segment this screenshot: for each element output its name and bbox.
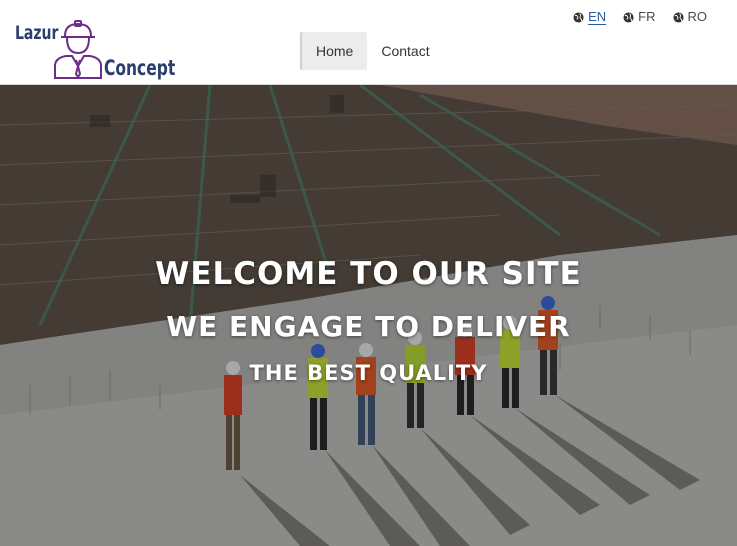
language-label: RO bbox=[687, 9, 708, 24]
site-logo[interactable]: Lazur Concept bbox=[14, 20, 176, 82]
nav-item-home[interactable]: Home bbox=[300, 32, 368, 70]
hero-subtitle: WE ENGAGE TO DELIVER bbox=[166, 310, 571, 343]
language-fr[interactable]: FR bbox=[623, 9, 656, 25]
language-label: FR bbox=[638, 9, 656, 24]
nav-item-contact[interactable]: Contact bbox=[367, 32, 443, 70]
worker-helmet-icon bbox=[54, 20, 102, 79]
globe-icon bbox=[672, 11, 684, 23]
language-ro[interactable]: RO bbox=[672, 9, 708, 25]
site-header: Lazur Concept Home Contact EN FR RO bbox=[0, 0, 737, 85]
language-switcher: EN FR RO bbox=[573, 9, 707, 25]
globe-icon bbox=[573, 11, 584, 23]
logo-text-concept: Concept bbox=[104, 56, 176, 80]
language-en[interactable]: EN bbox=[573, 9, 606, 25]
hero-tagline: THE BEST QUALITY bbox=[249, 361, 488, 385]
hero-title: WELCOME TO OUR SITE bbox=[155, 256, 582, 292]
globe-icon bbox=[623, 11, 634, 23]
hero-banner: WELCOME TO OUR SITE WE ENGAGE TO DELIVER… bbox=[0, 85, 737, 546]
language-label: EN bbox=[588, 9, 607, 24]
main-nav: Home Contact bbox=[300, 32, 444, 70]
